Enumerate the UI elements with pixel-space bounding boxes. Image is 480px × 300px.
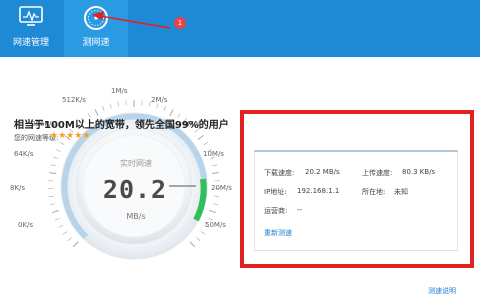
gauge-tick [197,134,204,141]
gauge-tick [189,241,196,248]
gauge-tick [67,237,72,242]
ip-value: 192.168.1.1 [297,187,340,195]
nav-net-manage-label: 网速管理 [12,38,49,48]
gauge-tick [58,224,64,228]
result-title: 相当于100M以上的宽带，领先全国99%的用户 [14,120,229,131]
gauge-caption: 实时网速 [120,159,152,168]
gauge-tick [48,195,54,198]
isp-value: -- [297,206,303,214]
nav-net-manage[interactable]: 网速管理 [0,0,62,57]
download-label: 下载速度: [264,169,295,177]
gauge-tick [203,141,209,146]
gauge-tick [196,237,201,242]
gauge-tick [109,103,112,109]
annotation-badge: 1 [174,17,186,29]
gauge-tick [169,109,174,116]
monitor-icon [19,6,43,26]
gauge-label-20m: 20M/s [211,184,232,192]
gauge-tick [208,209,216,214]
help-link[interactable]: 测速说明 [428,286,456,296]
retest-link[interactable]: 重新测速 [264,228,292,238]
ip-label: IP地址: [264,188,287,196]
gauge-label-8k: 8K/s [10,184,26,192]
gauge-tick [48,171,57,175]
location-value: 未知 [394,188,408,196]
gauge-tick [54,217,60,221]
gauge-tick [56,149,61,152]
speedometer-icon [84,6,108,30]
gauge-tick [117,101,120,107]
gauge-label-1m: 1M/s [111,87,128,95]
gauge-label-0k: 0K/s [18,221,34,229]
gauge-label-64k: 64K/s [14,150,34,158]
upload-value: 80.3 KB/s [402,168,436,176]
gauge-tick [156,103,159,109]
gauge-tick [148,101,151,107]
download-value: 20.2 MB/s [305,168,340,176]
gauge-tick [214,195,220,198]
gauge-label-2m: 2M/s [151,96,168,104]
gauge-tick [62,231,68,235]
gauge-tick [49,203,56,206]
gauge-tick [200,231,206,235]
gauge-label-50m: 50M/s [205,221,226,229]
gauge-tick [94,109,99,116]
gauge-tick [59,141,65,146]
top-toolbar: 网速管理 测网速 [0,0,480,57]
gauge-tick [212,203,219,206]
gauge-label-512k: 512K/s [62,96,86,104]
gauge-tick [212,164,218,167]
gauge-speed-value: 20.2 [102,175,168,204]
upload-label: 上传速度: [362,169,393,177]
gauge-unit: MB/s [126,212,146,221]
gauge-tick [163,105,166,111]
gauge-tick [102,105,105,111]
gauge-tick [72,241,79,248]
gauge-tick [52,209,60,214]
location-label: 所在地: [362,188,386,196]
isp-label: 运营商: [264,207,288,215]
gauge-tick [50,164,56,167]
gauge-tick [52,156,58,159]
rating-stars: ★★★★★ [50,131,91,141]
nav-speed-test-label: 测网速 [82,38,110,48]
nav-speed-test[interactable]: 测网速 [64,0,128,57]
gauge-tick [208,217,214,221]
gauge-label-10m: 10M/s [203,150,224,158]
gauge-tick [211,171,220,175]
